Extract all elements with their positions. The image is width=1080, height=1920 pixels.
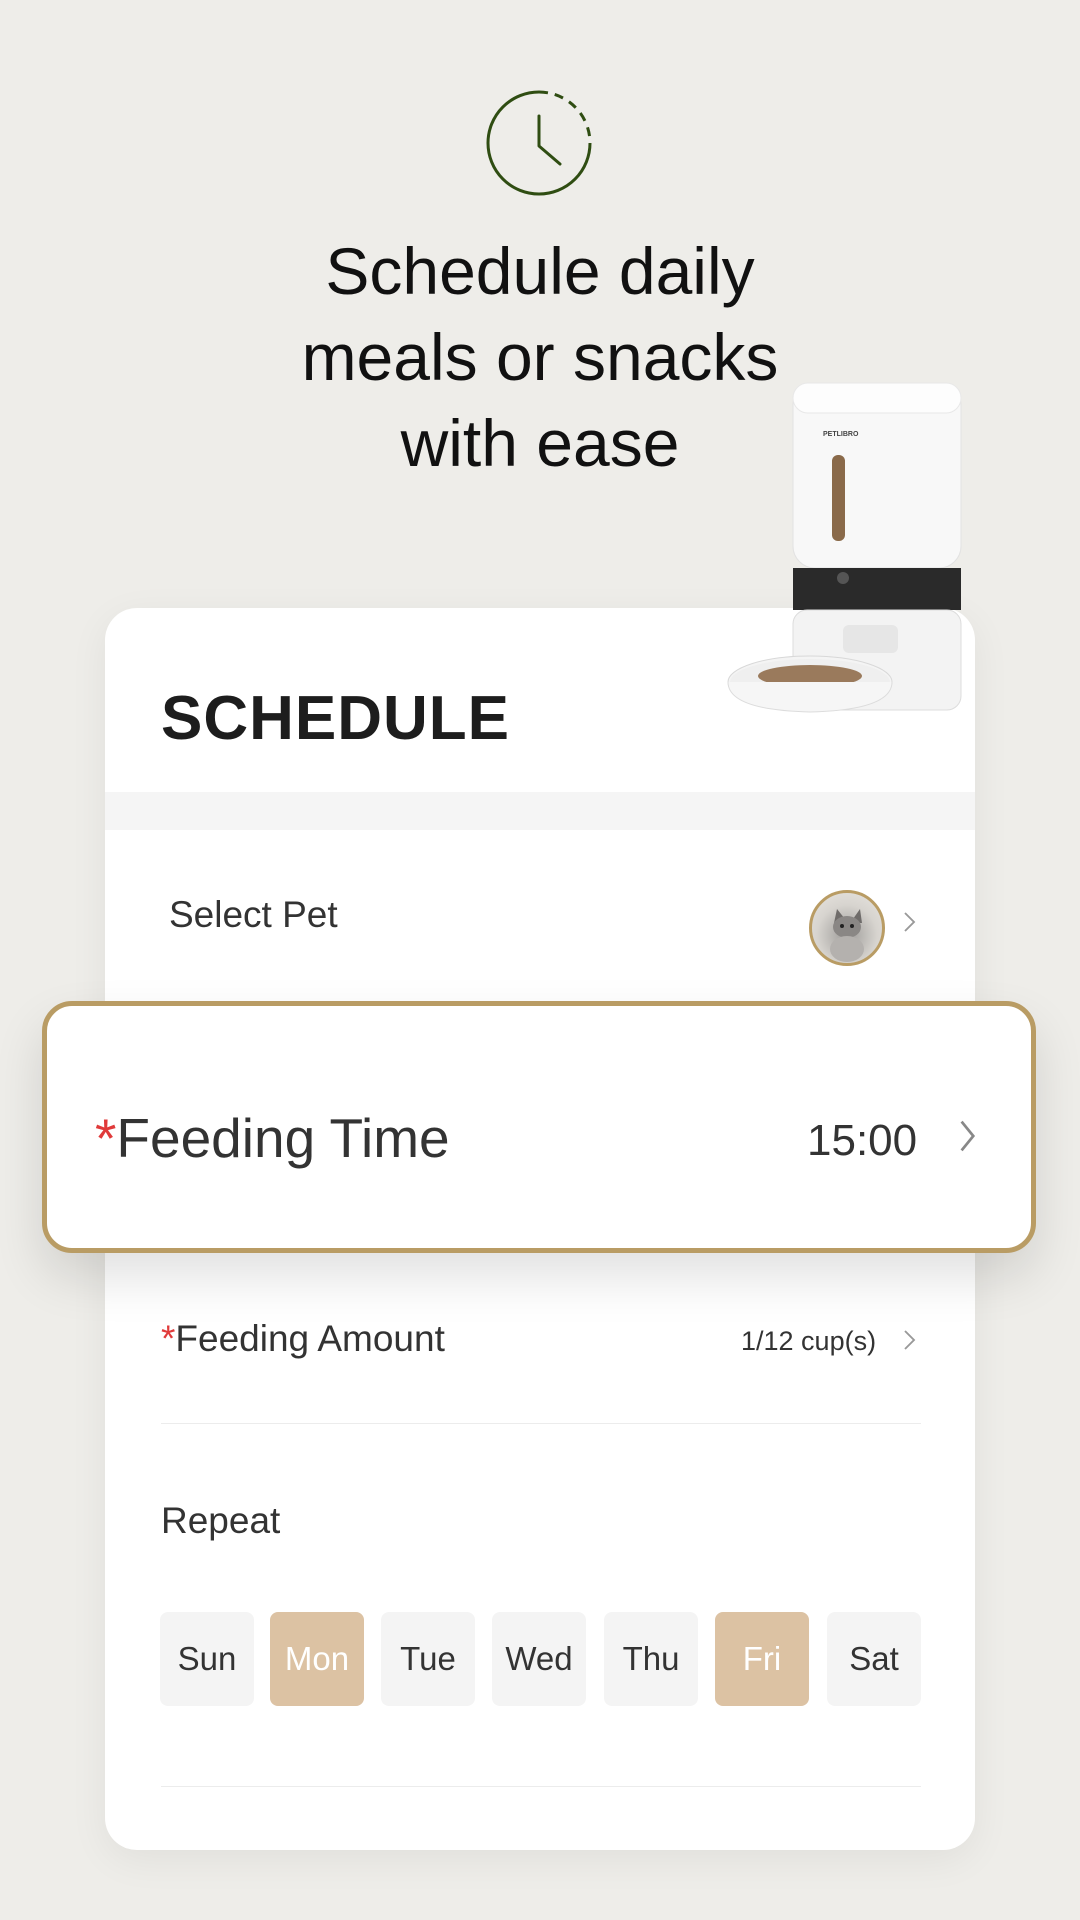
pet-avatar[interactable]: [809, 890, 885, 966]
day-sun[interactable]: Sun: [160, 1612, 254, 1706]
feeding-amount-label: *Feeding Amount: [161, 1318, 445, 1360]
headline-line-1: Schedule daily: [325, 234, 755, 308]
feeding-amount-row[interactable]: *Feeding Amount 1/12 cup(s): [105, 1308, 975, 1428]
select-pet-label: Select Pet: [169, 894, 338, 935]
pet-feeder-image: PETLIBRO: [727, 382, 962, 713]
chevron-right-icon: [960, 1120, 976, 1152]
chevron-right-icon: [904, 1330, 916, 1350]
day-wed[interactable]: Wed: [492, 1612, 586, 1706]
cat-icon: [830, 909, 864, 962]
required-mark: *: [95, 1107, 117, 1169]
day-mon[interactable]: Mon: [270, 1612, 364, 1706]
feeding-time-text: Feeding Time: [116, 1107, 450, 1169]
day-tue[interactable]: Tue: [381, 1612, 475, 1706]
bottom-divider: [161, 1786, 921, 1787]
day-fri[interactable]: Fri: [715, 1612, 809, 1706]
feeding-amount-value: 1/12 cup(s): [741, 1326, 877, 1356]
day-sat[interactable]: Sat: [827, 1612, 921, 1706]
section-divider: [105, 792, 975, 830]
clock-icon: [486, 90, 592, 196]
repeat-label: Repeat: [161, 1500, 281, 1541]
chevron-right-icon: [904, 912, 916, 932]
feeding-time-row[interactable]: *Feeding Time 15:00: [42, 1001, 1036, 1253]
feeding-time-label: *Feeding Time: [95, 1106, 450, 1170]
required-mark: *: [161, 1318, 176, 1359]
day-thu[interactable]: Thu: [604, 1612, 698, 1706]
schedule-title: SCHEDULE: [161, 684, 511, 753]
select-pet-row[interactable]: Select Pet: [105, 830, 975, 1000]
feeding-time-value: 15:00: [807, 1116, 918, 1165]
feeding-amount-text: Feeding Amount: [175, 1318, 445, 1359]
row-divider: [161, 1423, 921, 1424]
feeder-brand: PETLIBRO: [823, 431, 859, 438]
